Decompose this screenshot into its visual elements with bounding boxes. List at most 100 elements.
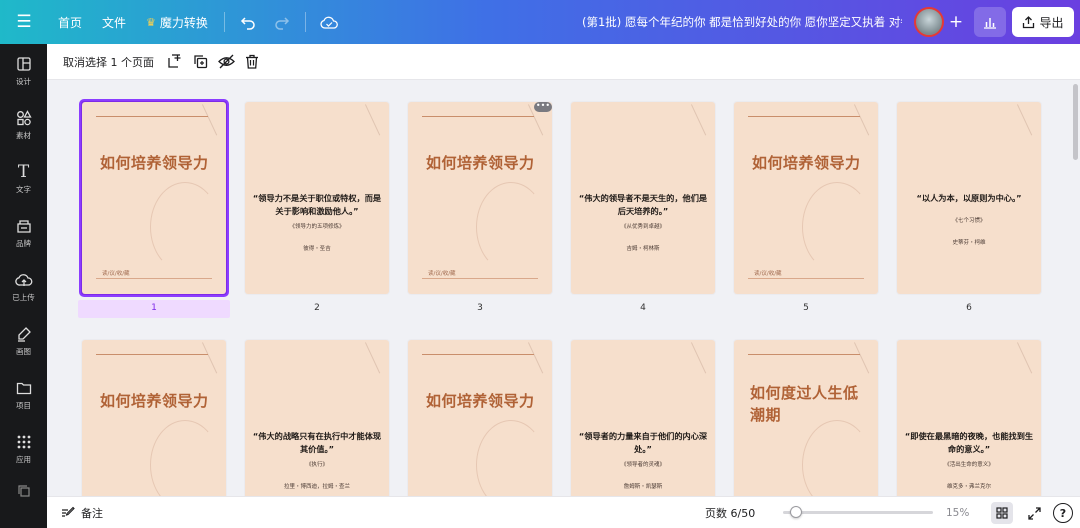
zoom-slider[interactable]	[783, 511, 933, 514]
decorative-rule	[96, 354, 208, 355]
quote-source: 《领导力的五项修炼》	[289, 224, 345, 230]
avatar[interactable]	[914, 7, 944, 37]
decorative-curve	[364, 340, 389, 374]
page-grid: 如何培养领导力 读/议/收/藏 1 “领导力不是关于职位或特权，而是关于影响和激励他人…	[47, 80, 1070, 496]
quote-source: 《活出生命的意义》	[944, 462, 994, 468]
sidebar-item-draw[interactable]: 画图	[0, 314, 47, 368]
sidebar-item-label: 应用	[16, 455, 31, 464]
page-number: 3	[477, 303, 483, 313]
decorative-curve	[1016, 340, 1041, 374]
quote-text: “以人为本，以原则为中心。”	[916, 193, 1022, 203]
quote-text: “伟大的领导者不是天生的，他们是后天培养的。”	[578, 193, 708, 216]
decorative-curve	[364, 102, 389, 136]
deselect-pages-button[interactable]: 取消选择 1 个页面	[63, 54, 154, 70]
sidebar-item-uploads[interactable]: 已上传	[0, 260, 47, 314]
page-counter[interactable]: 页数 6/50	[705, 497, 755, 528]
page-toolbar: 取消选择 1 个页面	[47, 44, 1080, 80]
sidebar-item-elements[interactable]: 素材	[0, 98, 47, 152]
page-preview[interactable]: 如何度过人生低潮期	[734, 340, 878, 496]
hamburger-icon[interactable]: ☰	[0, 0, 48, 44]
hide-page-icon[interactable]	[214, 50, 238, 74]
quote-author: 彼得・圣吉	[303, 246, 331, 252]
sidebar-item-projects[interactable]: 项目	[0, 368, 47, 422]
quote-author: 史蒂芬・柯维	[952, 240, 986, 246]
magic-switch-label: 魔力转换	[159, 15, 208, 30]
notes-icon	[62, 506, 75, 517]
insights-chart-icon[interactable]	[974, 7, 1006, 37]
left-sidebar: 设计 素材 T 文字 品牌 已上传 画图 项目 应用	[0, 44, 47, 528]
page-preview[interactable]: “领导者的力量来自于他们的内心深处。” 《领导者的灵魂》 詹姆斯・凯瑟斯	[571, 340, 715, 496]
decorative-rule	[422, 116, 534, 117]
export-button[interactable]: 导出	[1012, 7, 1074, 37]
quote-author: 拉里・博西迪，拉姆・查兰	[283, 484, 350, 490]
sidebar-item-label: 设计	[16, 77, 31, 86]
decorative-rule	[748, 116, 860, 117]
shapes-icon	[15, 109, 33, 127]
sidebar-item-more[interactable]	[0, 476, 47, 506]
page-preview[interactable]: 如何培养领导力	[82, 340, 226, 496]
file-menu[interactable]: 文件	[92, 0, 136, 44]
page-preview[interactable]: “伟大的战略只有在执行中才能体现其价值。” 《执行》 拉里・博西迪，拉姆・查兰	[245, 340, 389, 496]
cloud-sync-icon[interactable]	[312, 0, 346, 44]
magic-switch-button[interactable]: ♛ 魔力转换	[136, 0, 218, 44]
zoom-slider-handle[interactable]	[790, 506, 802, 518]
page-title: 如何培养领导力	[752, 154, 861, 172]
decorative-rule	[422, 354, 534, 355]
sidebar-item-label: 项目	[16, 401, 31, 410]
decorative-curve	[690, 340, 715, 374]
export-label: 导出	[1039, 15, 1064, 30]
brand-icon	[15, 217, 33, 235]
quote-text: “即使在最黑暗的夜晚，也能找到生命的意义。”	[904, 431, 1034, 454]
copy-icon	[15, 482, 33, 500]
quote-text: “领导力不是关于职位或特权，而是关于影响和激励他人。”	[252, 193, 382, 216]
more-options-icon[interactable]: •••	[534, 102, 552, 112]
sidebar-item-label: 已上传	[12, 293, 35, 302]
page-preview[interactable]: “以人为本，以原则为中心。” 《七个习惯》 史蒂芬・柯维	[897, 102, 1041, 294]
decorative-swirl	[802, 420, 872, 496]
sidebar-item-design[interactable]: 设计	[0, 44, 47, 98]
grid-view-icon[interactable]	[991, 502, 1013, 524]
layout-icon	[15, 55, 33, 73]
fullscreen-icon[interactable]	[1023, 502, 1045, 524]
selection-outline	[79, 99, 229, 297]
trash-icon[interactable]	[240, 50, 264, 74]
page-title: 如何培养领导力	[426, 154, 535, 172]
sidebar-item-apps[interactable]: 应用	[0, 422, 47, 476]
page-preview[interactable]: 如何培养领导力	[408, 340, 552, 496]
zoom-level[interactable]: 15%	[946, 497, 969, 528]
page-preview[interactable]: “即使在最黑暗的夜晚，也能找到生命的意义。” 《活出生命的意义》 维克多・弗兰克尔	[897, 340, 1041, 496]
duplicate-page-icon[interactable]	[188, 50, 212, 74]
document-title[interactable]: (第1批) 愿每个年纪的你 都是恰到好处的你 愿你坚定又执着 对每...	[582, 0, 902, 44]
sidebar-item-text[interactable]: T 文字	[0, 152, 47, 206]
page-number: 5	[803, 303, 809, 313]
page-preview[interactable]: “领导力不是关于职位或特权，而是关于影响和激励他人。” 《领导力的五项修炼》 彼得・…	[245, 102, 389, 294]
page-title: 如何度过人生低潮期	[750, 384, 859, 424]
help-icon[interactable]: ?	[1053, 503, 1073, 523]
notes-button[interactable]: 备注	[61, 505, 103, 521]
page-preview[interactable]: 如何培养领导力读/议/收/藏	[408, 102, 552, 294]
page-footer-text: 读/议/收/藏	[428, 271, 456, 277]
quote-source: 《从优秀到卓越》	[620, 224, 665, 230]
page-title: 如何培养领导力	[100, 392, 209, 410]
bottom-bar: 备注 页数 6/50 15% ?	[47, 496, 1080, 528]
upload-icon	[1023, 15, 1035, 28]
sidebar-item-label: 素材	[16, 131, 31, 140]
quote-author: 维克多・弗兰克尔	[946, 484, 991, 490]
sidebar-item-brand[interactable]: 品牌	[0, 206, 47, 260]
page-preview[interactable]: 如何培养领导力 读/议/收/藏	[734, 102, 878, 294]
add-page-icon[interactable]	[162, 50, 186, 74]
decorative-rule	[422, 278, 538, 279]
quote-author: 吉姆・柯林斯	[626, 246, 660, 252]
home-menu[interactable]: 首页	[48, 0, 92, 44]
page-preview[interactable]: “伟大的领导者不是天生的，他们是后天培养的。” 《从优秀到卓越》 吉姆・柯林斯	[571, 102, 715, 294]
text-icon: T	[17, 162, 30, 182]
plus-icon[interactable]: +	[943, 8, 969, 36]
quote-text: “领导者的力量来自于他们的内心深处。”	[578, 431, 708, 454]
redo-icon[interactable]	[265, 0, 299, 44]
scrollbar-thumb[interactable]	[1073, 84, 1078, 160]
scrollbar[interactable]	[1071, 80, 1080, 496]
undo-icon[interactable]	[231, 0, 265, 44]
page-number: 1	[151, 303, 157, 313]
divider	[223, 12, 225, 32]
crown-icon: ♛	[146, 15, 156, 29]
